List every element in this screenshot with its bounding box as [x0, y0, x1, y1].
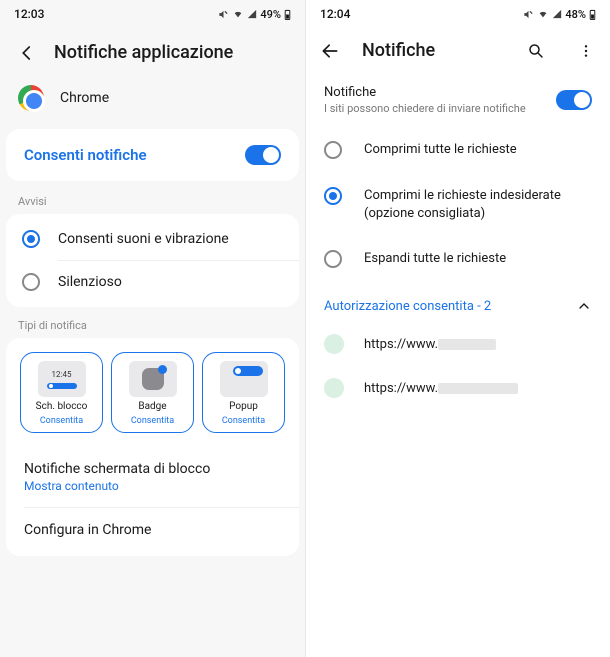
back-icon[interactable] [18, 44, 36, 62]
status-icons: 49% [218, 8, 291, 21]
lockscreen-notifications-item[interactable]: Notifiche schermata di blocco Mostra con… [6, 447, 299, 507]
avvisi-label: Avvisi [0, 191, 305, 214]
option-expand-all[interactable]: Espandi tutte le richieste [306, 236, 610, 282]
site-url: https://www. [364, 381, 518, 396]
allow-label: Consenti notifiche [24, 146, 147, 164]
app-row: Chrome [0, 75, 305, 129]
permissions-label: Autorizzazione consentita - 2 [324, 299, 491, 314]
battery-icon [284, 9, 291, 20]
radio-unselected-icon [22, 273, 40, 291]
site-url: https://www. [364, 337, 496, 352]
header: Notifiche [306, 28, 610, 73]
lockscreen-preview: 12:45 [38, 361, 86, 397]
page-title: Notifiche [362, 40, 504, 61]
notif-sub: I siti possono chiedere di inviare notif… [324, 102, 556, 115]
redacted [438, 339, 496, 350]
notifications-toggle[interactable] [556, 90, 592, 110]
status-battery: 49% [260, 8, 281, 21]
radio-selected-icon [22, 230, 40, 248]
app-name: Chrome [60, 90, 109, 106]
signal-icon [552, 9, 562, 19]
site-favicon [324, 334, 344, 354]
mute-icon [218, 9, 229, 20]
more-icon[interactable] [576, 41, 596, 61]
popup-preview [220, 361, 268, 397]
types-card: 12:45 Sch. blocco Consentita Badge Conse… [6, 338, 299, 556]
notif-title: Notifiche [324, 85, 556, 100]
status-time: 12:04 [320, 7, 350, 21]
battery-icon [589, 9, 596, 20]
type-badge[interactable]: Badge Consentita [111, 352, 194, 433]
sound-vibration-option[interactable]: Consenti suoni e vibrazione [6, 218, 299, 260]
permissions-header[interactable]: Autorizzazione consentita - 2 [306, 282, 610, 322]
option-compress-all[interactable]: Comprimi tutte le richieste [306, 127, 610, 173]
tipi-label: Tipi di notifica [0, 315, 305, 338]
redacted [438, 383, 518, 394]
type-popup[interactable]: Popup Consentita [202, 352, 285, 433]
status-bar: 12:03 49% [0, 0, 305, 28]
chevron-up-icon [576, 298, 592, 314]
status-battery: 48% [565, 8, 586, 21]
silent-label: Silenzioso [58, 274, 122, 290]
silent-option[interactable]: Silenzioso [6, 261, 299, 303]
badge-preview [129, 361, 177, 397]
wifi-icon [537, 9, 549, 19]
mute-icon [523, 9, 534, 20]
page-title: Notifiche applicazione [54, 42, 233, 63]
radio-unselected-icon [324, 250, 342, 268]
search-icon[interactable] [526, 41, 546, 61]
allow-toggle[interactable] [245, 145, 281, 165]
header: Notifiche applicazione [0, 28, 305, 75]
back-icon[interactable] [320, 41, 340, 61]
option-compress-unwanted[interactable]: Comprimi le richieste indesiderate (opzi… [306, 173, 610, 236]
wifi-icon [232, 9, 244, 19]
sound-label: Consenti suoni e vibrazione [58, 231, 229, 247]
configure-in-chrome-item[interactable]: Configura in Chrome [6, 508, 299, 552]
radio-selected-icon [324, 187, 342, 205]
status-icons: 48% [523, 8, 596, 21]
notifications-master-row: Notifiche I siti possono chiedere di inv… [306, 73, 610, 127]
signal-icon [247, 9, 257, 19]
avvisi-card: Consenti suoni e vibrazione Silenzioso [6, 214, 299, 307]
status-bar: 12:04 48% [306, 0, 610, 28]
radio-unselected-icon [324, 141, 342, 159]
type-lockscreen[interactable]: 12:45 Sch. blocco Consentita [20, 352, 103, 433]
site-row[interactable]: https://www. [306, 366, 610, 410]
chrome-icon [18, 85, 44, 111]
status-time: 12:03 [14, 7, 44, 21]
site-favicon [324, 378, 344, 398]
site-row[interactable]: https://www. [306, 322, 610, 366]
allow-notifications-row[interactable]: Consenti notifiche [6, 129, 299, 181]
